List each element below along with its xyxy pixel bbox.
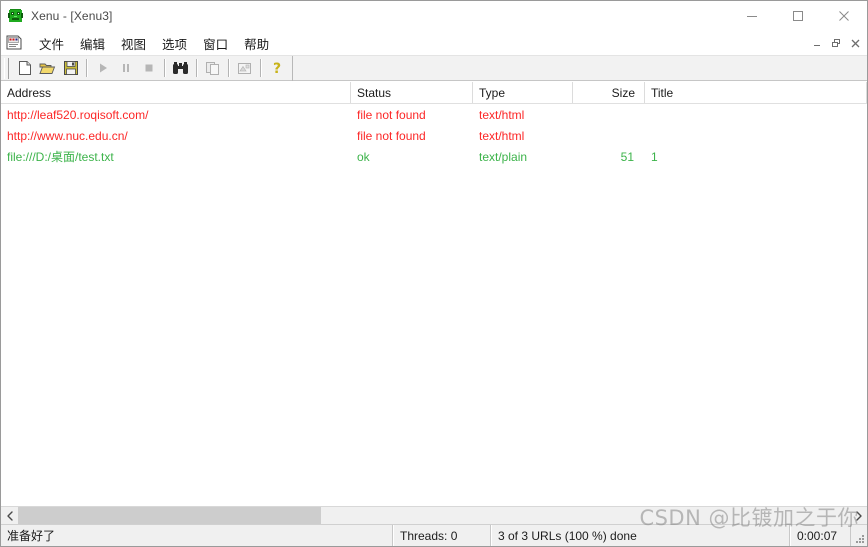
listview-header: Address Status Type Size Title [1,82,867,104]
help-button[interactable]: ? [265,57,288,79]
save-file-button[interactable] [59,57,82,79]
scroll-left-button[interactable] [1,507,18,524]
pause-button[interactable] [114,57,137,79]
scroll-thumb[interactable] [18,507,321,524]
cell-address: file:///D:/桌面/test.txt [7,150,114,164]
toolbar-separator-2 [164,59,165,77]
status-bar: 准备好了 Threads: 0 3 of 3 URLs (100 %) done… [1,524,867,546]
cell-size: 51 [620,149,634,164]
mdi-restore-button[interactable] [827,33,846,53]
toolbar: ? [1,55,867,81]
stop-icon [145,64,152,72]
svg-text:?: ? [272,61,280,76]
mdi-minimize-button[interactable] [808,33,827,53]
cell-title [645,104,867,125]
properties-icon [237,62,251,74]
cell-status: ok [357,149,370,164]
resize-grip-icon[interactable] [851,525,867,546]
column-header-type[interactable]: Type [473,82,573,103]
menu-item-help[interactable]: 帮助 [236,31,277,56]
toolbar-empty-area [292,55,867,81]
toolbar-separator-4 [228,59,229,77]
cell-title: 1 [651,149,658,164]
cell-type: text/html [479,128,525,143]
run-button[interactable] [91,57,114,79]
menu-item-window[interactable]: 窗口 [195,31,236,56]
pause-icon [122,64,129,72]
toolbar-separator-3 [196,59,197,77]
new-file-button[interactable] [13,57,36,79]
toolbar-grip[interactable] [4,57,9,79]
mdi-minimize-icon [814,44,820,46]
cell-size [573,104,645,125]
xenu-main-window: Xenu - [Xenu3] 文件 编辑 视图 选项 窗口 帮助 ? Addre… [0,0,868,547]
horizontal-scrollbar[interactable] [1,506,867,524]
find-button[interactable] [169,57,192,79]
binoculars-icon [173,62,188,74]
minimize-button[interactable] [729,1,775,30]
play-icon [99,63,107,73]
column-header-size[interactable]: Size [573,82,645,103]
menu-item-options[interactable]: 选项 [154,31,195,56]
column-header-title[interactable]: Title [645,82,867,103]
cell-status: file not found [357,107,426,122]
cell-address: http://www.nuc.edu.cn/ [7,128,128,143]
status-message: 准备好了 [1,525,393,546]
maximize-button[interactable] [775,1,821,30]
copy-button[interactable] [201,57,224,79]
copy-icon [205,61,219,75]
cell-type: text/html [479,107,525,122]
open-folder-icon [39,63,56,74]
table-row[interactable]: http://leaf520.roqisoft.com/ file not fo… [1,104,867,125]
results-listview[interactable]: Address Status Type Size Title http://le… [1,81,867,506]
cell-size [573,125,645,146]
chevron-left-icon [6,510,13,521]
toolbar-separator-1 [86,59,87,77]
cell-status: file not found [357,128,426,143]
mdi-close-button[interactable] [846,33,865,53]
title-bar: Xenu - [Xenu3] [1,1,867,31]
mdi-window-controls [808,31,865,55]
table-row[interactable]: file:///D:/桌面/test.txt ok text/plain 51 … [1,146,867,167]
chevron-right-icon [855,510,862,521]
cell-title [645,125,867,146]
status-progress: 3 of 3 URLs (100 %) done [491,525,790,546]
open-file-button[interactable] [36,57,59,79]
mdi-restore-icon [832,38,840,47]
cell-address: http://leaf520.roqisoft.com/ [7,107,149,122]
mdi-document-icon[interactable] [6,35,23,51]
mdi-close-icon [851,39,860,47]
listview-rows: http://leaf520.roqisoft.com/ file not fo… [1,104,867,167]
scroll-track[interactable] [18,507,850,524]
question-mark-icon: ? [272,61,280,76]
table-row[interactable]: http://www.nuc.edu.cn/ file not found te… [1,125,867,146]
menu-item-view[interactable]: 视图 [113,31,154,56]
status-threads: Threads: 0 [393,525,491,546]
new-file-icon [18,61,31,75]
menu-bar: 文件 编辑 视图 选项 窗口 帮助 [1,31,867,56]
stop-button[interactable] [137,57,160,79]
close-button[interactable] [821,1,867,30]
menu-item-file[interactable]: 文件 [31,31,72,56]
close-icon [839,10,849,21]
column-header-status[interactable]: Status [351,82,473,103]
window-title: Xenu - [Xenu3] [31,8,113,23]
scroll-right-button[interactable] [850,507,867,524]
minimize-icon [747,15,757,17]
toolbar-separator-5 [260,59,261,77]
menu-item-edit[interactable]: 编辑 [72,31,113,56]
cell-type: text/plain [479,149,528,164]
column-header-address[interactable]: Address [1,82,351,103]
window-controls [729,1,867,30]
maximize-icon [793,10,803,21]
properties-button[interactable] [233,57,256,79]
status-elapsed: 0:00:07 [790,525,851,546]
save-disk-icon [63,61,78,75]
xenu-app-icon [8,8,24,24]
